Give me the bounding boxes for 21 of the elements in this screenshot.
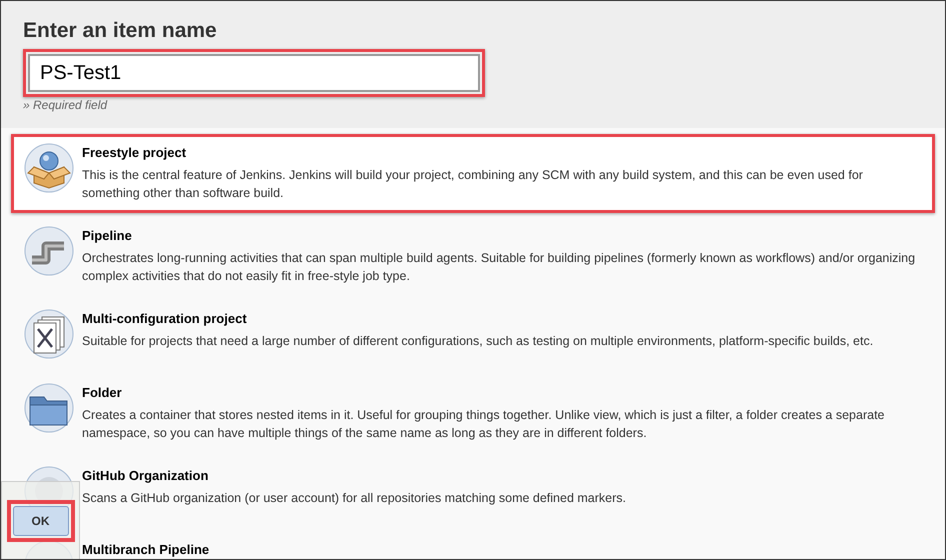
item-type-title: GitHub Organization [82, 468, 210, 483]
item-type-description: This is the central feature of Jenkins. Jenkins will build your project, combining any SCM with any build system, and this can be even used for something other than software build. [82, 167, 864, 202]
item-type-option[interactable]: Freestyle project This is the central feature of Jenkins. Jenkins will build your project, combining any SCM with any build system, and this can be even used for something other than software build. [11, 134, 935, 213]
item-type-option[interactable]: Multi-configuration project Suitable for projects that need a large number of different configurations, such as testing on multiple environments, platform-specific builds, etc. [11, 300, 935, 370]
documents-icon [24, 309, 74, 359]
item-type-title: Folder [82, 385, 123, 400]
item-type-title: Pipeline [82, 228, 133, 243]
ok-button[interactable]: OK [12, 506, 68, 536]
item-type-description: Orchestrates long-running activities that can span multiple build agents. Suitable for building pipelines (formerly known as workflows) and/or organizing complex activities that do not easily fit in free-style job type. [82, 250, 916, 285]
item-type-description: Scans a GitHub organization (or user account) for all repositories matching some defined markers. [82, 490, 626, 507]
item-type-title: Multibranch Pipeline [82, 542, 210, 557]
item-type-description: Creates a container that stores nested items in it. Useful for grouping things together. Unlike view, which is just a filter, a folder creates a separate namespace, so you can have multiple things of the same name as long as they are in different folders. [82, 407, 886, 442]
page-heading: Enter an item name [23, 19, 218, 43]
folder-icon [24, 383, 74, 433]
item-name-field[interactable]: PS-Test1 [28, 54, 480, 92]
required-hint: » Required field [23, 98, 108, 112]
item-type-description: Suitable for projects that need a large number of different configurations, such as testing on multiple environments, platform-specific builds, etc. [82, 333, 874, 350]
box-icon [24, 143, 74, 193]
pipe-icon [24, 226, 74, 276]
item-type-title: Freestyle project [82, 145, 188, 160]
item-type-title: Multi-configuration project [82, 311, 248, 326]
